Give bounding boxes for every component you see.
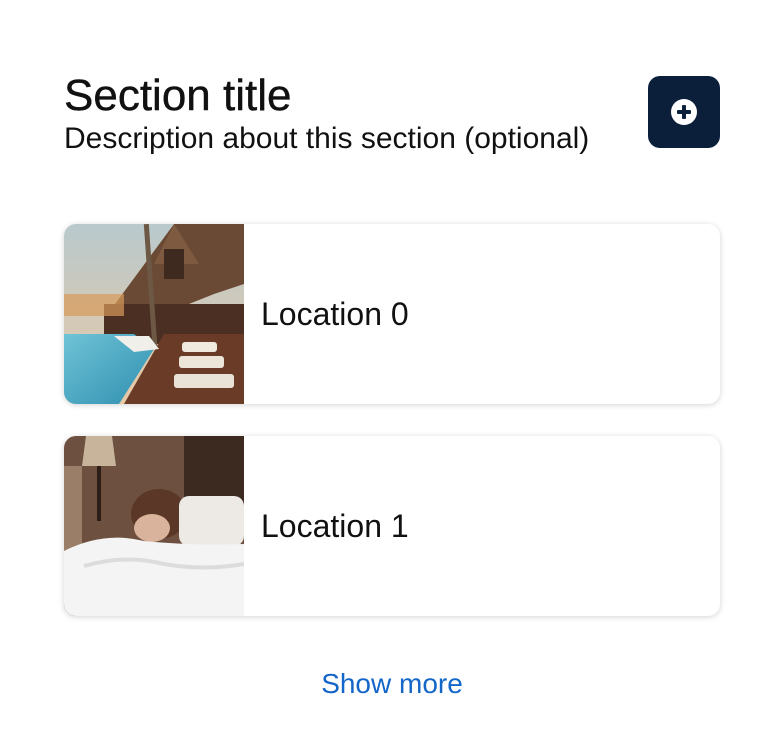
location-card[interactable]: Location 0: [64, 224, 720, 404]
section-description: Description about this section (optional…: [64, 122, 590, 155]
section-page: Section title Description about this sec…: [0, 0, 784, 752]
add-button[interactable]: [648, 76, 720, 148]
section-header: Section title Description about this sec…: [64, 71, 720, 156]
location-card[interactable]: Location 1: [64, 436, 720, 616]
plus-circle-icon: [671, 99, 697, 125]
person-in-bed-photo: [64, 436, 244, 616]
location-label: Location 0: [261, 296, 409, 332]
location-label: Location 1: [261, 508, 409, 544]
show-more-link[interactable]: Show more: [0, 664, 784, 704]
resort-pool-photo: [64, 224, 244, 404]
section-title: Section title: [64, 71, 292, 120]
